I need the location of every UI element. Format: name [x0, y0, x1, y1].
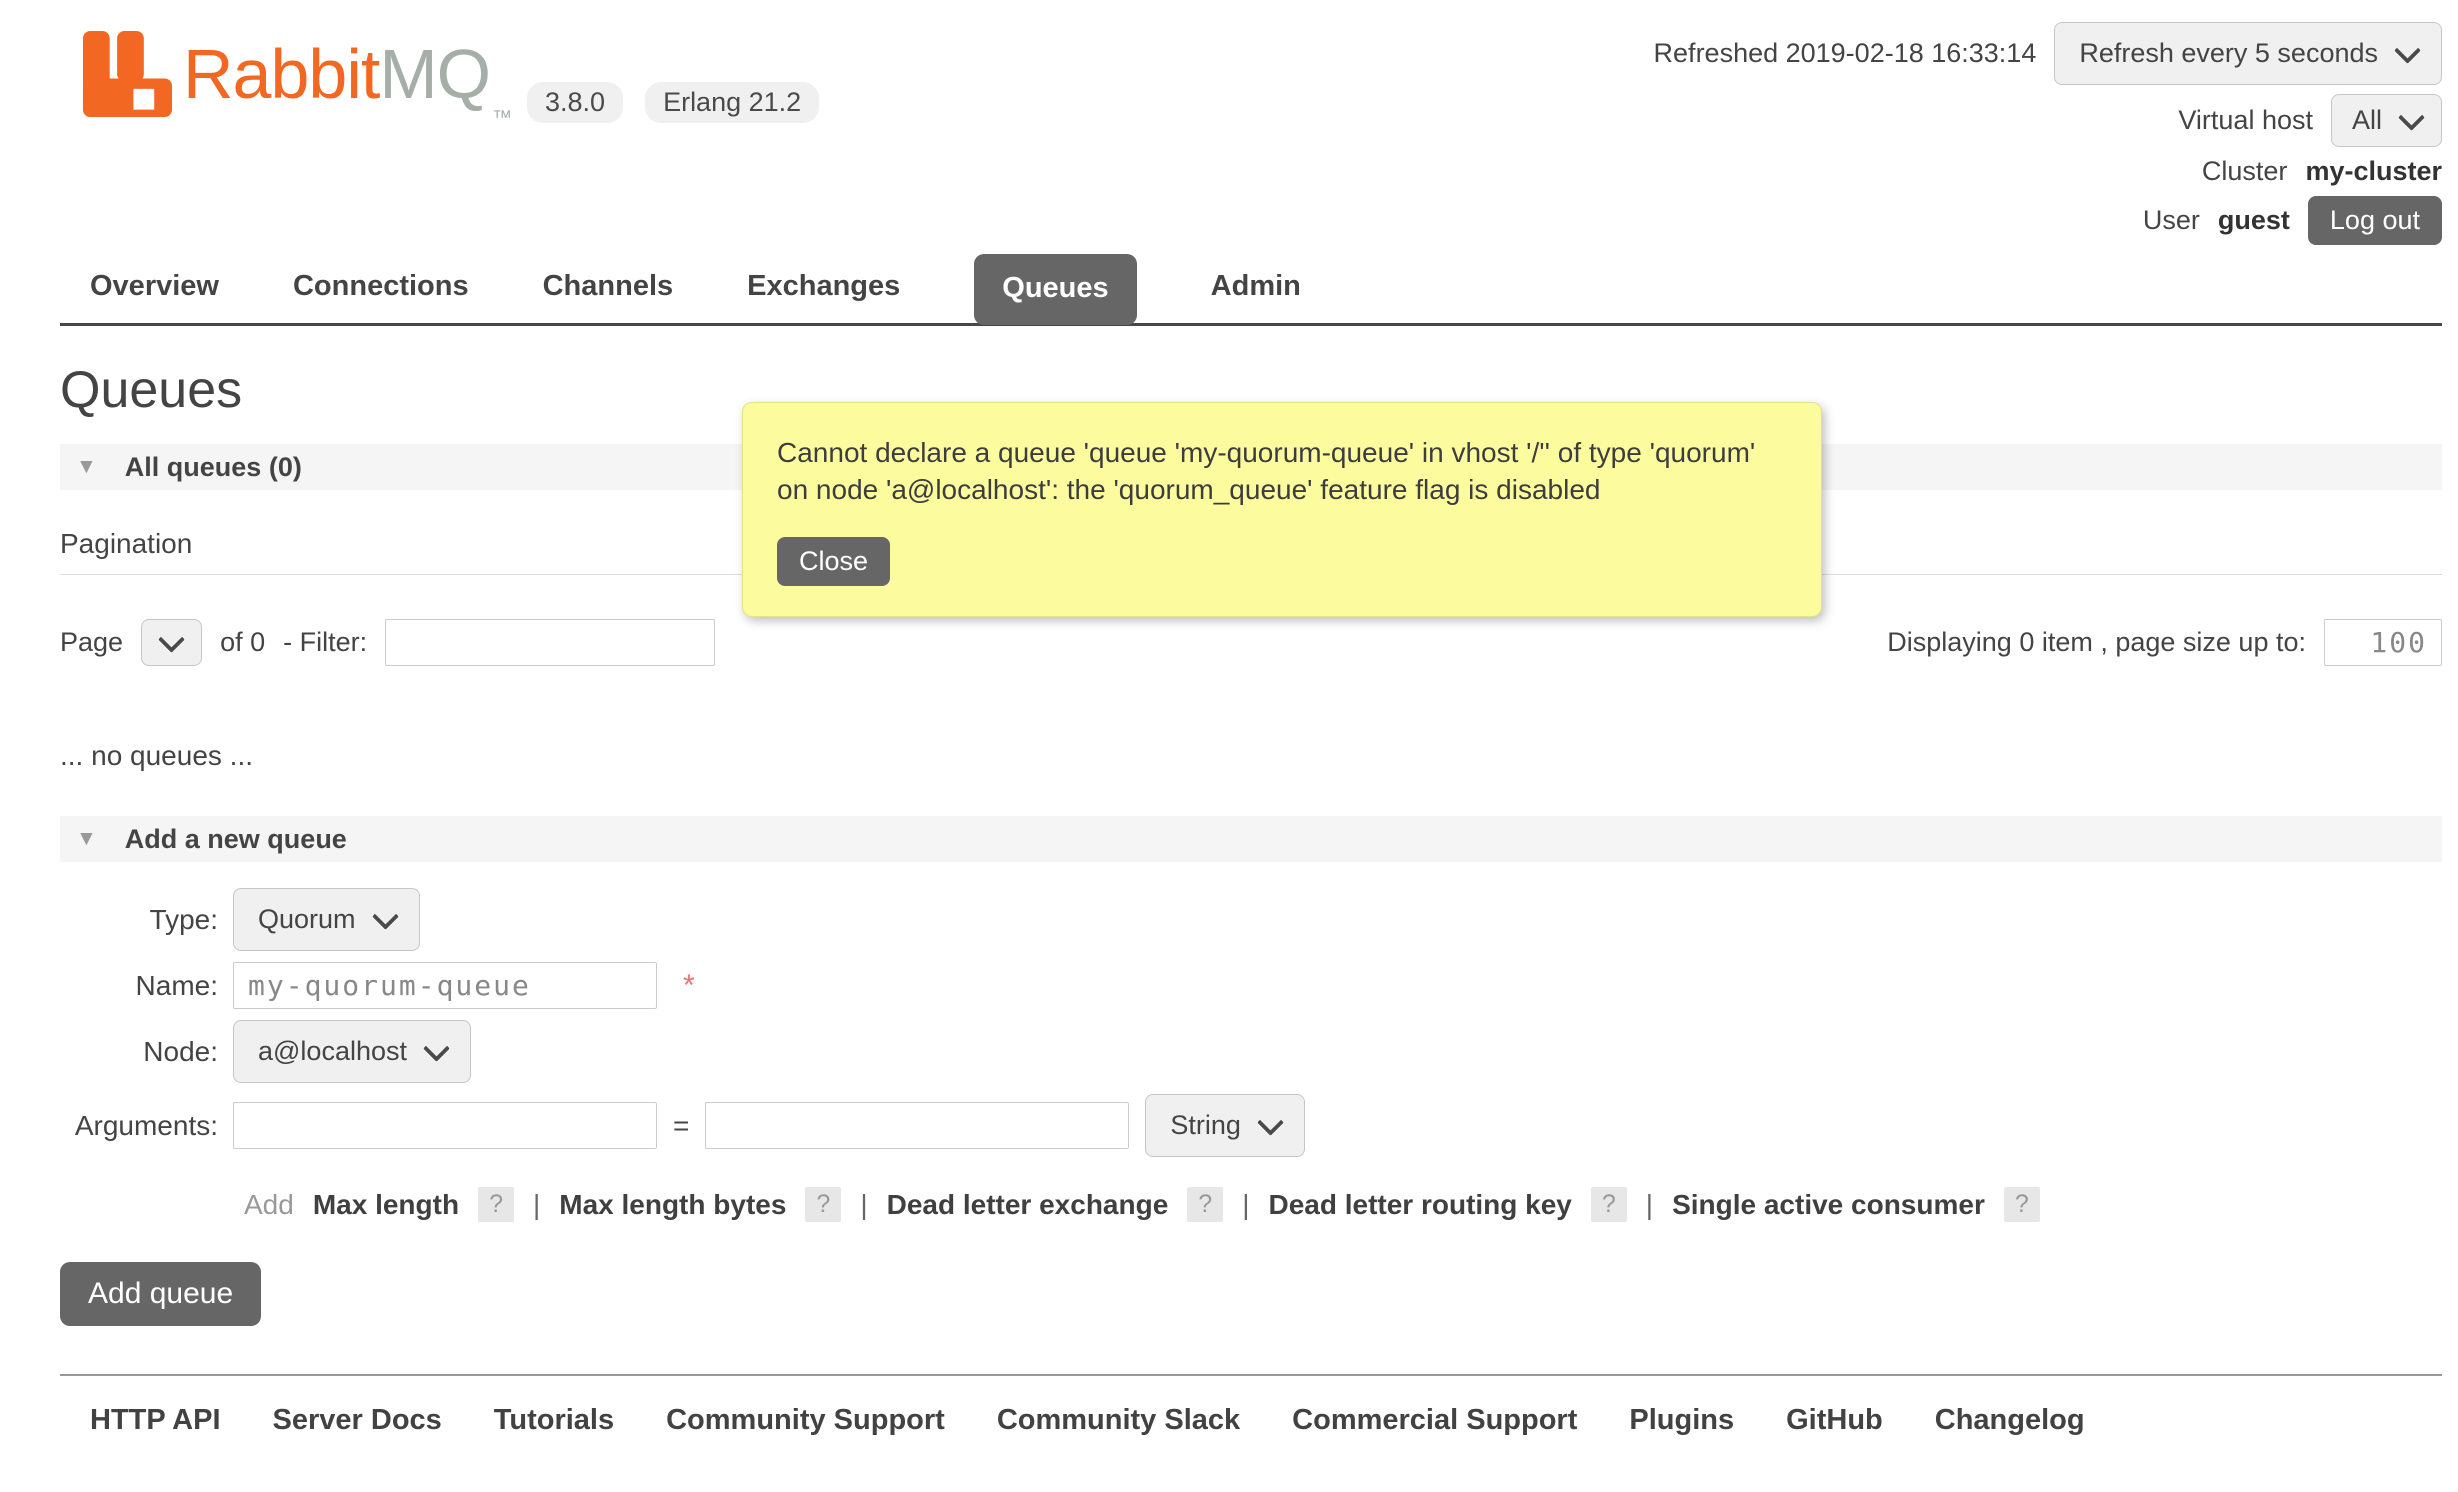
separator: |	[860, 1189, 867, 1221]
help-icon[interactable]: ?	[1591, 1187, 1627, 1222]
page-label: Page	[60, 627, 123, 658]
main-nav: Overview Connections Channels Exchanges …	[60, 252, 2442, 326]
footer-link-server-docs[interactable]: Server Docs	[273, 1404, 442, 1437]
shortcut-max-length[interactable]: Max length	[313, 1189, 459, 1221]
page-of-label: of 0	[220, 627, 265, 658]
cluster-label: Cluster	[2202, 156, 2288, 187]
header: RabbitMQ™ 3.8.0 Erlang 21.2 Refreshed 20…	[0, 0, 2458, 252]
chevron-down-icon	[158, 626, 185, 653]
add-word: Add	[244, 1189, 294, 1221]
shortcut-max-length-bytes[interactable]: Max length bytes	[559, 1189, 786, 1221]
queue-type-select[interactable]: Quorum	[233, 888, 420, 951]
chevron-down-icon	[2394, 37, 2421, 64]
footer: HTTP API Server Docs Tutorials Community…	[60, 1374, 2442, 1437]
virtual-host-select[interactable]: All	[2331, 94, 2442, 147]
header-status-block: Refreshed 2019-02-18 16:33:14 Refresh ev…	[1654, 22, 2442, 245]
rabbitmq-management-app: RabbitMQ™ 3.8.0 Erlang 21.2 Refreshed 20…	[0, 0, 2458, 1492]
user-name: guest	[2218, 205, 2290, 236]
add-queue-form: Type: Quorum Name: * Node:	[60, 888, 2442, 1326]
refresh-interval-select[interactable]: Refresh every 5 seconds	[2054, 22, 2442, 85]
required-asterisk: *	[683, 969, 695, 1003]
help-icon[interactable]: ?	[2004, 1187, 2040, 1222]
footer-link-tutorials[interactable]: Tutorials	[494, 1404, 614, 1437]
shortcut-single-active-consumer[interactable]: Single active consumer	[1672, 1189, 1985, 1221]
collapse-triangle-icon: ▼	[76, 827, 97, 851]
footer-link-http-api[interactable]: HTTP API	[90, 1404, 221, 1437]
displaying-label: Displaying 0 item , page size up to:	[1887, 627, 2306, 658]
name-label: Name:	[60, 970, 218, 1002]
node-label: Node:	[60, 1036, 218, 1068]
help-icon[interactable]: ?	[478, 1187, 514, 1222]
add-queue-section-title: Add a new queue	[125, 824, 347, 855]
argument-shortcuts: Add Max length ? | Max length bytes ? | …	[244, 1187, 2442, 1222]
error-popup: Cannot declare a queue 'queue 'my-quorum…	[742, 402, 1822, 617]
rabbitmq-version-badge: 3.8.0	[527, 82, 623, 123]
tab-exchanges[interactable]: Exchanges	[747, 252, 900, 323]
chevron-down-icon	[2398, 104, 2425, 131]
filter-label: - Filter:	[283, 627, 367, 658]
all-queues-section-title: All queues (0)	[125, 452, 302, 483]
separator: |	[1646, 1189, 1653, 1221]
footer-link-changelog[interactable]: Changelog	[1935, 1404, 2085, 1437]
page-number-select[interactable]	[141, 619, 202, 666]
page-size-input[interactable]	[2324, 619, 2442, 666]
chevron-down-icon	[423, 1035, 450, 1062]
filter-input[interactable]	[385, 619, 715, 666]
tab-admin[interactable]: Admin	[1211, 252, 1301, 323]
footer-link-github[interactable]: GitHub	[1786, 1404, 1883, 1437]
separator: |	[1242, 1189, 1249, 1221]
rabbitmq-logo[interactable]: RabbitMQ™	[80, 28, 511, 164]
add-queue-button[interactable]: Add queue	[60, 1262, 261, 1326]
chevron-down-icon	[1257, 1109, 1284, 1136]
shortcut-dead-letter-routing-key[interactable]: Dead letter routing key	[1268, 1189, 1571, 1221]
shortcut-dead-letter-exchange[interactable]: Dead letter exchange	[887, 1189, 1169, 1221]
queue-name-input[interactable]	[233, 962, 657, 1009]
rabbitmq-logo-icon	[80, 28, 175, 127]
refreshed-timestamp: Refreshed 2019-02-18 16:33:14	[1654, 38, 2037, 69]
logo-wordmark: RabbitMQ™	[183, 28, 511, 164]
argument-value-input[interactable]	[705, 1102, 1129, 1149]
erlang-version-badge: Erlang 21.2	[645, 82, 819, 123]
footer-link-commercial-support[interactable]: Commercial Support	[1292, 1404, 1577, 1437]
chevron-down-icon	[372, 903, 399, 930]
node-select[interactable]: a@localhost	[233, 1020, 471, 1083]
type-label: Type:	[60, 904, 218, 936]
footer-link-plugins[interactable]: Plugins	[1629, 1404, 1734, 1437]
tab-connections[interactable]: Connections	[293, 252, 469, 323]
help-icon[interactable]: ?	[1187, 1187, 1223, 1222]
tab-overview[interactable]: Overview	[90, 252, 219, 323]
footer-link-community-slack[interactable]: Community Slack	[997, 1404, 1240, 1437]
cluster-name: my-cluster	[2305, 156, 2442, 187]
tab-channels[interactable]: Channels	[543, 252, 674, 323]
argument-type-select[interactable]: String	[1145, 1094, 1305, 1157]
error-message: Cannot declare a queue 'queue 'my-quorum…	[777, 435, 1787, 509]
add-queue-section-header[interactable]: ▼ Add a new queue	[60, 816, 2442, 862]
logout-button[interactable]: Log out	[2308, 196, 2442, 245]
pagination-controls: Page of 0 - Filter: Displaying 0 item , …	[60, 619, 2442, 666]
arguments-label: Arguments:	[60, 1110, 218, 1142]
tab-queues[interactable]: Queues	[974, 254, 1136, 325]
version-badges: 3.8.0 Erlang 21.2	[527, 82, 819, 123]
footer-link-community-support[interactable]: Community Support	[666, 1404, 945, 1437]
user-label: User	[2143, 205, 2200, 236]
equals-sign: =	[673, 1110, 689, 1142]
no-queues-message: ... no queues ...	[60, 740, 2442, 772]
argument-key-input[interactable]	[233, 1102, 657, 1149]
collapse-triangle-icon: ▼	[76, 455, 97, 479]
close-button[interactable]: Close	[777, 537, 890, 586]
help-icon[interactable]: ?	[805, 1187, 841, 1222]
virtual-host-label: Virtual host	[2178, 105, 2313, 136]
separator: |	[533, 1189, 540, 1221]
